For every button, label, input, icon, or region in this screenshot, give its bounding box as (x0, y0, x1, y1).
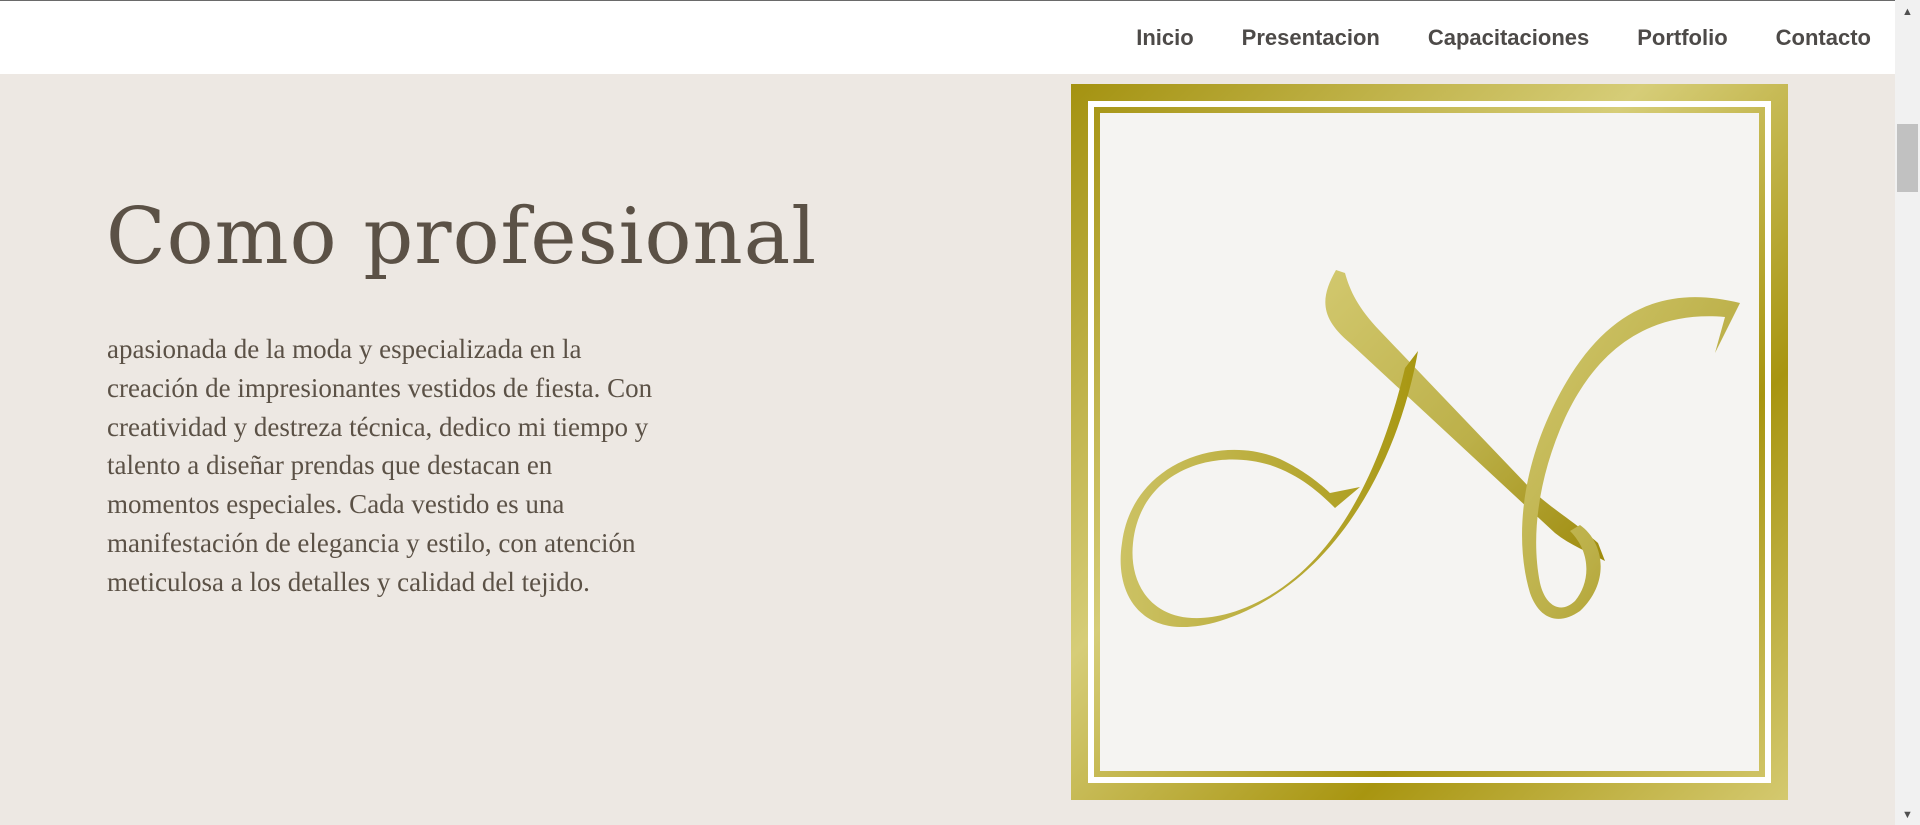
scrollbar-thumb[interactable] (1897, 124, 1918, 192)
nav-item-capacitaciones[interactable]: Capacitaciones (1428, 25, 1589, 51)
scrollbar[interactable]: ▲ ▼ (1895, 0, 1920, 825)
hero-section: Como profesional apasionada de la moda y… (0, 74, 1895, 825)
logo-canvas (1100, 113, 1759, 771)
scroll-up-arrow-icon[interactable]: ▲ (1895, 2, 1920, 22)
logo-frame (1071, 84, 1788, 800)
hero-description: apasionada de la moda y especializada en… (107, 334, 653, 597)
nav-item-contacto[interactable]: Contacto (1776, 25, 1871, 51)
navbar: Inicio Presentacion Capacitaciones Portf… (0, 0, 1895, 74)
scroll-down-arrow-icon[interactable]: ▼ (1895, 805, 1920, 825)
monogram-logo-icon (1120, 270, 1740, 628)
nav-item-presentacion[interactable]: Presentacion (1242, 25, 1380, 51)
nav-item-portfolio[interactable]: Portfolio (1637, 25, 1727, 51)
hero-title: Como profesional (106, 192, 818, 282)
nav-item-inicio[interactable]: Inicio (1136, 25, 1193, 51)
nav-menu: Inicio Presentacion Capacitaciones Portf… (1088, 1, 1895, 74)
page: Inicio Presentacion Capacitaciones Portf… (0, 0, 1920, 825)
